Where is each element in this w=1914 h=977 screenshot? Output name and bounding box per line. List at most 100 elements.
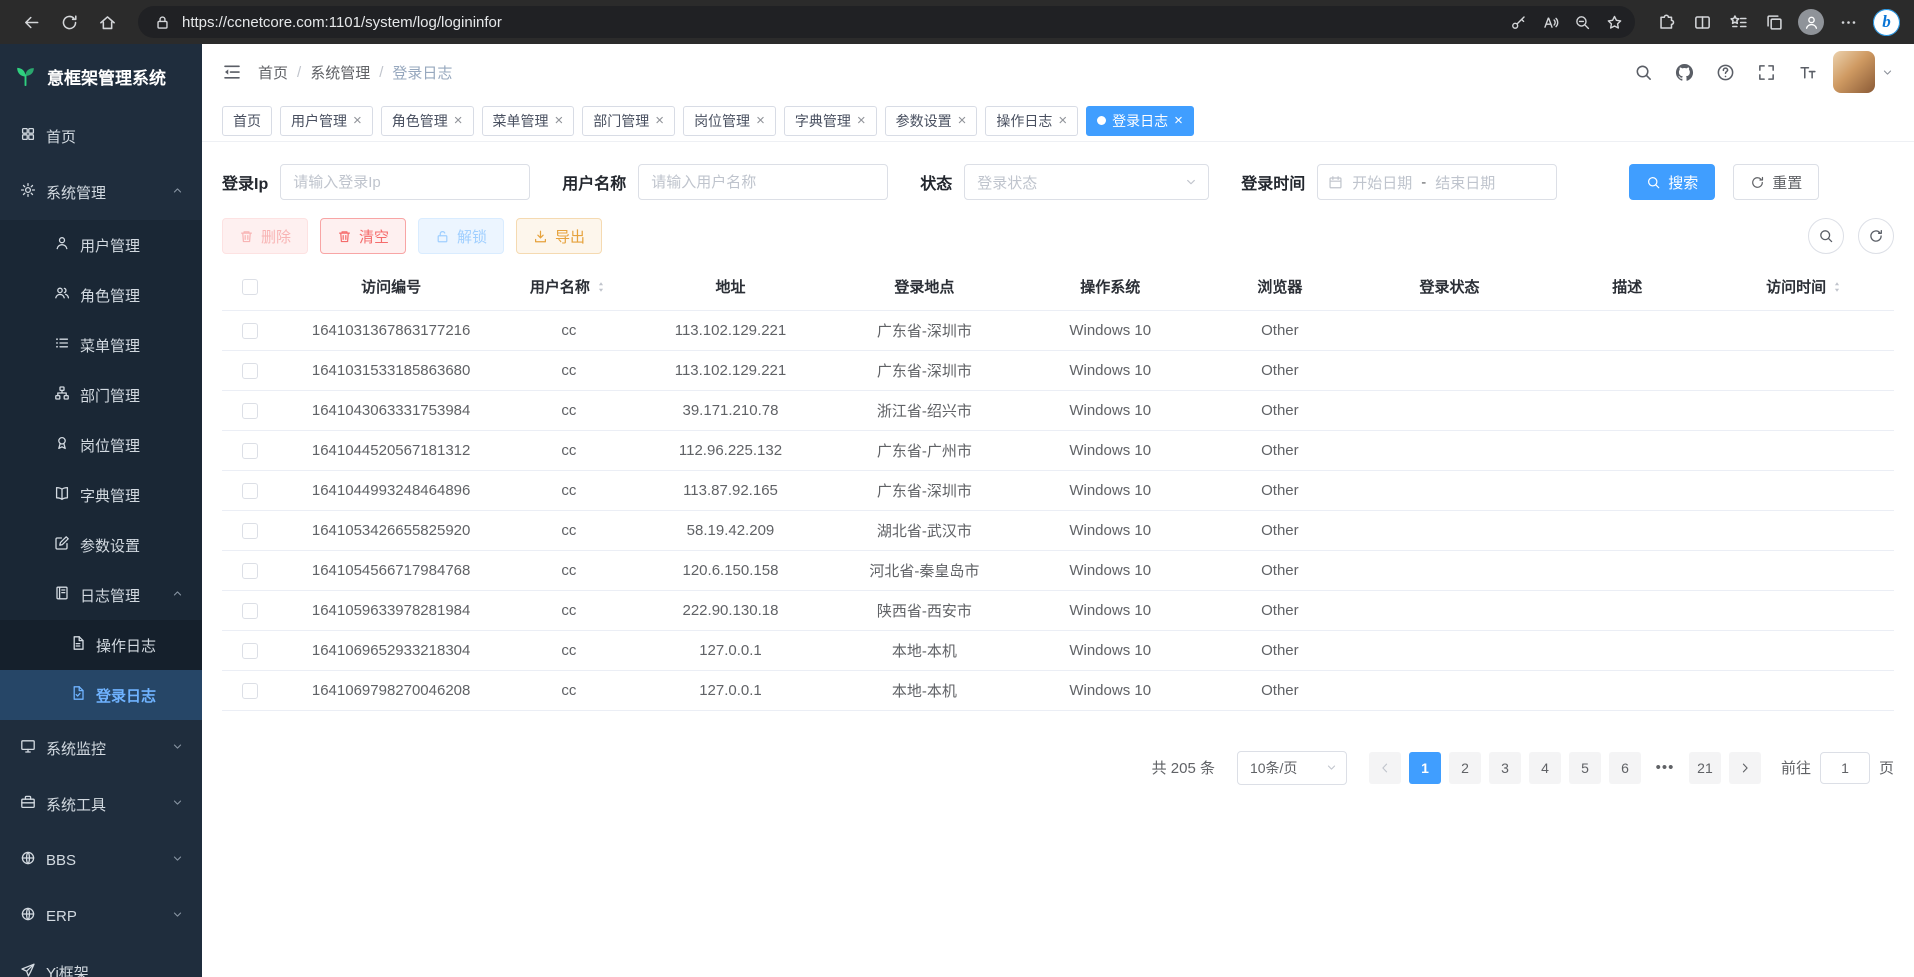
tab-param-settings[interactable]: 参数设置× xyxy=(885,106,978,136)
tab-user-mgmt[interactable]: 用户管理× xyxy=(280,106,373,136)
login-ip-input[interactable] xyxy=(280,164,530,200)
refresh-table-button[interactable] xyxy=(1858,218,1894,254)
select-all-checkbox[interactable] xyxy=(242,279,258,295)
tab-close-icon[interactable]: × xyxy=(555,113,564,128)
tab-close-icon[interactable]: × xyxy=(857,113,866,128)
page-4-button[interactable]: 4 xyxy=(1529,752,1561,784)
row-checkbox[interactable] xyxy=(242,363,258,379)
row-checkbox[interactable] xyxy=(242,323,258,339)
tab-dept-mgmt[interactable]: 部门管理× xyxy=(582,106,675,136)
fullscreen-icon[interactable] xyxy=(1757,63,1776,82)
status-select[interactable]: 登录状态 xyxy=(964,164,1209,200)
pages-ellipsis[interactable]: ••• xyxy=(1649,759,1681,776)
sidebar-item-role-mgmt[interactable]: 角色管理 xyxy=(0,270,202,320)
row-checkbox[interactable] xyxy=(242,403,258,419)
sidebar-item-sys-tools[interactable]: 系统工具 xyxy=(0,776,202,832)
refresh-icon[interactable] xyxy=(52,5,86,39)
sidebar-item-log-mgmt[interactable]: 日志管理 xyxy=(0,570,202,620)
row-checkbox[interactable] xyxy=(242,483,258,499)
sidebar-item-op-log[interactable]: 操作日志 xyxy=(0,620,202,670)
tab-close-icon[interactable]: × xyxy=(958,113,967,128)
row-checkbox[interactable] xyxy=(242,443,258,459)
row-checkbox[interactable] xyxy=(242,643,258,659)
avatar-caret-down-icon[interactable] xyxy=(1881,66,1894,79)
github-icon[interactable] xyxy=(1675,63,1694,82)
tab-menu-mgmt[interactable]: 菜单管理× xyxy=(482,106,575,136)
cell-description xyxy=(1538,670,1716,710)
sidebar-item-system-mgmt[interactable]: 系统管理 xyxy=(0,164,202,220)
row-checkbox[interactable] xyxy=(242,603,258,619)
row-checkbox[interactable] xyxy=(242,563,258,579)
tab-home[interactable]: 首页 xyxy=(222,106,272,136)
tab-close-icon[interactable]: × xyxy=(756,113,765,128)
tab-close-icon[interactable]: × xyxy=(655,113,664,128)
address-bar[interactable]: https://ccnetcore.com:1101/system/log/lo… xyxy=(138,6,1635,38)
home-icon[interactable] xyxy=(90,5,124,39)
sidebar-item-yi-framework[interactable]: Yi框架 xyxy=(0,944,202,977)
more-options-icon[interactable] xyxy=(1831,5,1865,39)
font-size-icon[interactable] xyxy=(1798,63,1817,82)
page-size-select[interactable]: 10条/页 xyxy=(1237,751,1347,785)
sidebar-item-bbs[interactable]: BBS xyxy=(0,832,202,888)
page-1-button[interactable]: 1 xyxy=(1409,752,1441,784)
profile-icon[interactable] xyxy=(1798,9,1824,35)
sidebar-item-param-settings[interactable]: 参数设置 xyxy=(0,520,202,570)
page-2-button[interactable]: 2 xyxy=(1449,752,1481,784)
tab-role-mgmt[interactable]: 角色管理× xyxy=(381,106,474,136)
search-button[interactable]: 搜索 xyxy=(1629,164,1715,200)
tab-post-mgmt[interactable]: 岗位管理× xyxy=(683,106,776,136)
sidebar-item-erp[interactable]: ERP xyxy=(0,888,202,944)
sidebar-item-login-log[interactable]: 登录日志 xyxy=(0,670,202,720)
breadcrumb-item[interactable]: 首页 xyxy=(258,62,288,83)
collections-icon[interactable] xyxy=(1757,5,1791,39)
search-icon[interactable] xyxy=(1634,63,1653,82)
export-button[interactable]: 导出 xyxy=(516,218,602,254)
page-6-button[interactable]: 6 xyxy=(1609,752,1641,784)
copilot-icon[interactable]: b xyxy=(1873,9,1900,36)
sidebar-item-home[interactable]: 首页 xyxy=(0,108,202,164)
sidebar-collapse-icon[interactable] xyxy=(222,62,242,82)
tab-close-icon[interactable]: × xyxy=(454,113,463,128)
read-aloud-icon[interactable] xyxy=(1535,7,1565,37)
sidebar-item-dept-mgmt[interactable]: 部门管理 xyxy=(0,370,202,420)
caret-sort-icon[interactable] xyxy=(1830,280,1844,294)
sidebar-item-dict-mgmt[interactable]: 字典管理 xyxy=(0,470,202,520)
sidebar-item-user-mgmt[interactable]: 用户管理 xyxy=(0,220,202,270)
monitor-icon xyxy=(20,738,36,758)
tab-close-icon[interactable]: × xyxy=(353,113,362,128)
last-page-button[interactable]: 21 xyxy=(1689,752,1721,784)
sidebar-item-menu-mgmt[interactable]: 菜单管理 xyxy=(0,320,202,370)
question-icon[interactable] xyxy=(1716,63,1735,82)
tab-close-icon[interactable]: × xyxy=(1174,113,1183,128)
tab-dict-mgmt[interactable]: 字典管理× xyxy=(784,106,877,136)
tab-op-log[interactable]: 操作日志× xyxy=(985,106,1078,136)
favorite-star-icon[interactable] xyxy=(1599,7,1629,37)
caret-sort-icon[interactable] xyxy=(594,280,608,294)
delete-button[interactable]: 删除 xyxy=(222,218,308,254)
split-screen-icon[interactable] xyxy=(1685,5,1719,39)
sidebar-item-post-mgmt[interactable]: 岗位管理 xyxy=(0,420,202,470)
toggle-search-button[interactable] xyxy=(1808,218,1844,254)
zoom-out-icon[interactable] xyxy=(1567,7,1597,37)
tab-close-icon[interactable]: × xyxy=(1058,113,1067,128)
extensions-icon[interactable] xyxy=(1649,5,1683,39)
goto-page-input[interactable] xyxy=(1820,752,1870,784)
clear-button[interactable]: 清空 xyxy=(320,218,406,254)
unlock-button[interactable]: 解锁 xyxy=(418,218,504,254)
tab-login-log[interactable]: 登录日志× xyxy=(1086,106,1194,136)
sidebar-item-sys-monitor[interactable]: 系统监控 xyxy=(0,720,202,776)
row-checkbox[interactable] xyxy=(242,683,258,699)
user-avatar[interactable] xyxy=(1833,51,1875,93)
page-5-button[interactable]: 5 xyxy=(1569,752,1601,784)
row-checkbox[interactable] xyxy=(242,523,258,539)
back-icon[interactable] xyxy=(14,5,48,39)
key-icon[interactable] xyxy=(1503,7,1533,37)
breadcrumb-item[interactable]: 系统管理 xyxy=(310,62,370,83)
next-page-button[interactable] xyxy=(1729,752,1761,784)
favorites-bar-icon[interactable] xyxy=(1721,5,1755,39)
page-3-button[interactable]: 3 xyxy=(1489,752,1521,784)
prev-page-button[interactable] xyxy=(1369,752,1401,784)
login-time-range-picker[interactable]: 开始日期 - 结束日期 xyxy=(1317,164,1557,200)
user-name-input[interactable] xyxy=(638,164,888,200)
reset-button[interactable]: 重置 xyxy=(1733,164,1819,200)
